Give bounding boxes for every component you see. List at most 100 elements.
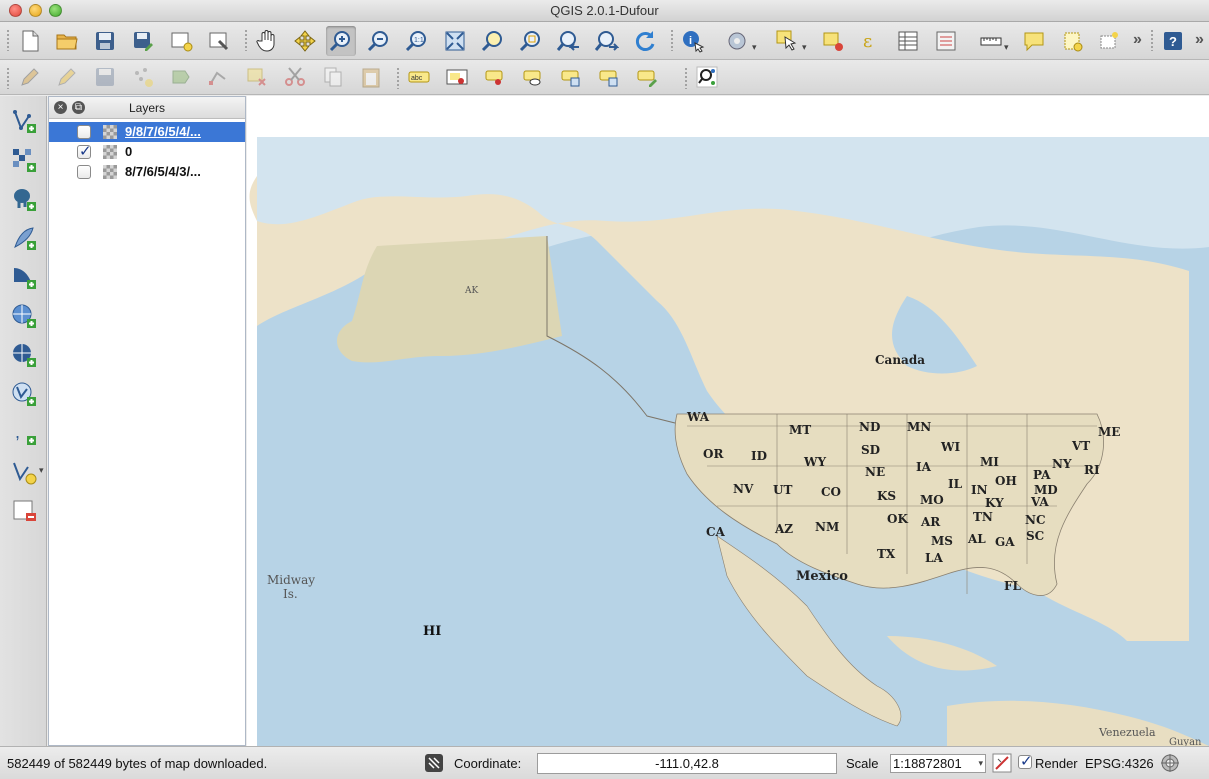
save-project-button[interactable] [90, 26, 120, 56]
toolbar-grip[interactable] [396, 67, 400, 89]
zoom-to-selection-button[interactable] [516, 26, 546, 56]
show-hide-labels-button[interactable] [518, 62, 548, 92]
label-state: NC [1025, 513, 1046, 527]
toolbar-overflow-button-2[interactable]: » [1195, 31, 1204, 49]
current-edits-button[interactable] [15, 62, 45, 92]
highlight-pinned-labels-button[interactable] [480, 62, 510, 92]
new-project-button[interactable] [15, 26, 45, 56]
add-feature-button[interactable] [128, 62, 158, 92]
scale-combobox[interactable]: 1:18872801 ▾ [890, 754, 986, 773]
zoom-full-button[interactable] [440, 26, 470, 56]
add-wcs-layer-button[interactable] [9, 340, 39, 370]
toggle-editing-button[interactable] [52, 62, 82, 92]
open-project-button[interactable] [52, 26, 82, 56]
label-state: AL [967, 532, 986, 546]
label-state: SD [861, 443, 880, 457]
svg-text:,: , [15, 422, 20, 442]
refresh-button[interactable] [630, 26, 660, 56]
cut-features-button[interactable] [280, 62, 310, 92]
composer-manager-button[interactable] [204, 26, 234, 56]
map-canvas[interactable]: Canada AK Mexico HI Midway Is. Venezuela… [247, 96, 1209, 746]
label-venezuela: Venezuela [1098, 726, 1156, 739]
select-by-expression-button[interactable]: ε [856, 26, 886, 56]
add-points-icon [135, 68, 153, 87]
zoom-actual-size-button[interactable]: 1:1 [402, 26, 432, 56]
select-features-button[interactable] [772, 26, 802, 56]
add-wms-layer-button[interactable] [9, 301, 39, 331]
save-as-button[interactable] [128, 26, 158, 56]
toolbar-grip[interactable] [6, 67, 10, 89]
identify-features-button[interactable]: i [678, 26, 708, 56]
delete-selected-button[interactable] [242, 62, 272, 92]
toolbar-overflow-button[interactable]: » [1133, 31, 1142, 49]
run-action-button[interactable] [722, 26, 752, 56]
layer-visibility-checkbox[interactable] [77, 165, 91, 179]
crs-label[interactable]: EPSG:4326 [1085, 756, 1154, 771]
run-action-dropdown[interactable]: ▾ [752, 42, 757, 53]
remove-layer-button[interactable] [9, 496, 39, 526]
add-spatialite-layer-button[interactable] [9, 223, 39, 253]
layer-labeling-button[interactable]: abc [404, 62, 434, 92]
change-label-button[interactable] [632, 62, 662, 92]
move-label-button[interactable] [556, 62, 586, 92]
render-checkbox[interactable]: ✓ [1018, 753, 1033, 770]
toggle-extents-icon[interactable] [424, 753, 444, 773]
layer-item[interactable]: 9/8/7/6/5/4/... [49, 122, 245, 142]
rotate-label-icon [599, 70, 618, 87]
move-feature-button[interactable] [166, 62, 196, 92]
toolbar-grip[interactable] [6, 29, 10, 51]
new-layer-dropdown[interactable]: ▾ [39, 465, 44, 476]
scale-dropdown-arrow[interactable]: ▾ [978, 755, 983, 772]
pan-to-selection-button[interactable] [290, 26, 320, 56]
new-bookmark-button[interactable] [1058, 26, 1088, 56]
add-raster-icon [13, 149, 36, 172]
measure-line-button[interactable] [976, 26, 1006, 56]
add-raster-layer-button[interactable] [9, 145, 39, 175]
layer-item[interactable]: ✓ 0 [49, 142, 245, 162]
crs-globe-icon[interactable] [1160, 753, 1180, 773]
map-rendering[interactable]: Canada AK Mexico HI Midway Is. Venezuela… [247, 96, 1209, 746]
layer-visibility-checkbox[interactable]: ✓ [77, 143, 92, 160]
gear-icon [728, 32, 746, 50]
pin-labels-button[interactable] [442, 62, 472, 92]
select-dropdown[interactable]: ▾ [802, 42, 807, 53]
plugin-search-button[interactable] [692, 62, 722, 92]
add-postgis-layer-button[interactable] [9, 184, 39, 214]
statistical-summary-button[interactable] [931, 26, 961, 56]
toolbar-grip[interactable] [684, 67, 688, 89]
layer-item[interactable]: 8/7/6/5/4/3/... [49, 162, 245, 182]
scale-label: Scale [846, 756, 879, 771]
paste-features-button[interactable] [356, 62, 386, 92]
add-wfs-layer-button[interactable] [9, 379, 39, 409]
svg-text:?: ? [1169, 34, 1177, 49]
save-layer-edits-button[interactable] [90, 62, 120, 92]
node-tool-button[interactable] [204, 62, 234, 92]
show-bookmarks-button[interactable] [1094, 26, 1124, 56]
toolbar-grip[interactable] [244, 29, 248, 51]
stop-render-icon[interactable] [992, 753, 1012, 773]
add-vector-layer-button[interactable] [9, 106, 39, 136]
zoom-selection-icon [519, 31, 540, 52]
pan-map-button[interactable] [252, 26, 282, 56]
add-mssql-layer-button[interactable] [9, 262, 39, 292]
rotate-label-button[interactable] [594, 62, 624, 92]
toolbar-grip[interactable] [670, 29, 674, 51]
zoom-to-layer-button[interactable] [478, 26, 508, 56]
zoom-next-button[interactable] [592, 26, 622, 56]
zoom-last-button[interactable] [554, 26, 584, 56]
help-button[interactable]: ? [1158, 26, 1188, 56]
map-tips-button[interactable] [1019, 26, 1049, 56]
deselect-all-button[interactable] [818, 26, 848, 56]
attribute-table-button[interactable] [893, 26, 923, 56]
layer-visibility-checkbox[interactable] [77, 125, 91, 139]
add-delimited-text-layer-button[interactable]: , [9, 418, 39, 448]
new-shapefile-layer-button[interactable] [9, 457, 39, 487]
zoom-in-button[interactable] [326, 26, 356, 56]
coordinate-field[interactable]: -111.0,42.8 [537, 753, 837, 774]
label-state: MN [907, 420, 931, 434]
zoom-out-button[interactable] [364, 26, 394, 56]
toolbar-grip[interactable] [1150, 29, 1154, 51]
new-print-composer-button[interactable] [166, 26, 196, 56]
copy-features-button[interactable] [318, 62, 348, 92]
measure-dropdown[interactable]: ▾ [1004, 42, 1009, 53]
